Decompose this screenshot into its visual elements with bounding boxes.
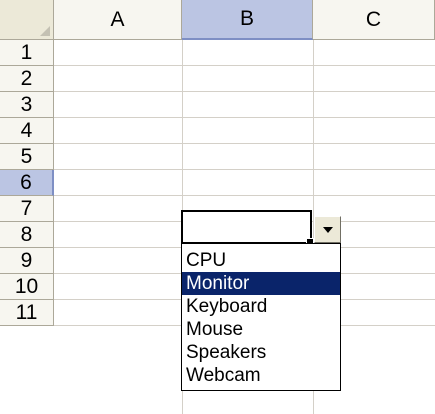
row-header-8[interactable]: 8 <box>0 222 54 248</box>
row-header-9[interactable]: 9 <box>0 248 54 274</box>
row-header-2[interactable]: 2 <box>0 66 54 92</box>
dropdown-option-keyboard[interactable]: Keyboard <box>182 295 340 318</box>
dropdown-option-mouse[interactable]: Mouse <box>182 318 340 341</box>
row-header-11[interactable]: 11 <box>0 300 54 326</box>
active-cell-b6[interactable] <box>181 210 314 246</box>
row-header-5[interactable]: 5 <box>0 144 54 170</box>
spreadsheet-grid: ABC 1 2 3 4 5 6 7 8 9 10 11 CPU Monitor Keyboard Mous… <box>0 0 435 414</box>
row-header-1[interactable]: 1 <box>0 40 54 66</box>
dropdown-option-webcam[interactable]: Webcam <box>182 364 340 387</box>
select-all-corner[interactable] <box>0 0 54 40</box>
row-header-4[interactable]: 4 <box>0 118 54 144</box>
row-header-7[interactable]: 7 <box>0 196 54 222</box>
column-header-a[interactable]: A <box>54 0 182 40</box>
dropdown-button[interactable] <box>314 216 341 243</box>
dropdown-option-monitor[interactable]: Monitor <box>182 272 340 295</box>
row-gridline <box>54 169 435 170</box>
row-header-3[interactable]: 3 <box>0 92 54 118</box>
column-header-c[interactable]: C <box>313 0 435 40</box>
dropdown-list: CPU Monitor Keyboard Mouse Speakers Webcam <box>181 243 341 391</box>
row-header-6[interactable]: 6 <box>0 170 54 196</box>
select-all-triangle-icon <box>40 26 50 36</box>
row-gridline <box>54 91 435 92</box>
column-header-b[interactable]: B <box>182 0 313 40</box>
dropdown-option-speakers[interactable]: Speakers <box>182 341 340 364</box>
row-gridline <box>54 117 435 118</box>
row-header-10[interactable]: 10 <box>0 274 54 300</box>
row-gridline <box>54 143 435 144</box>
row-gridline <box>54 195 435 196</box>
chevron-down-icon <box>322 226 333 233</box>
dropdown-option-cpu[interactable]: CPU <box>182 249 340 272</box>
row-gridline <box>54 65 435 66</box>
